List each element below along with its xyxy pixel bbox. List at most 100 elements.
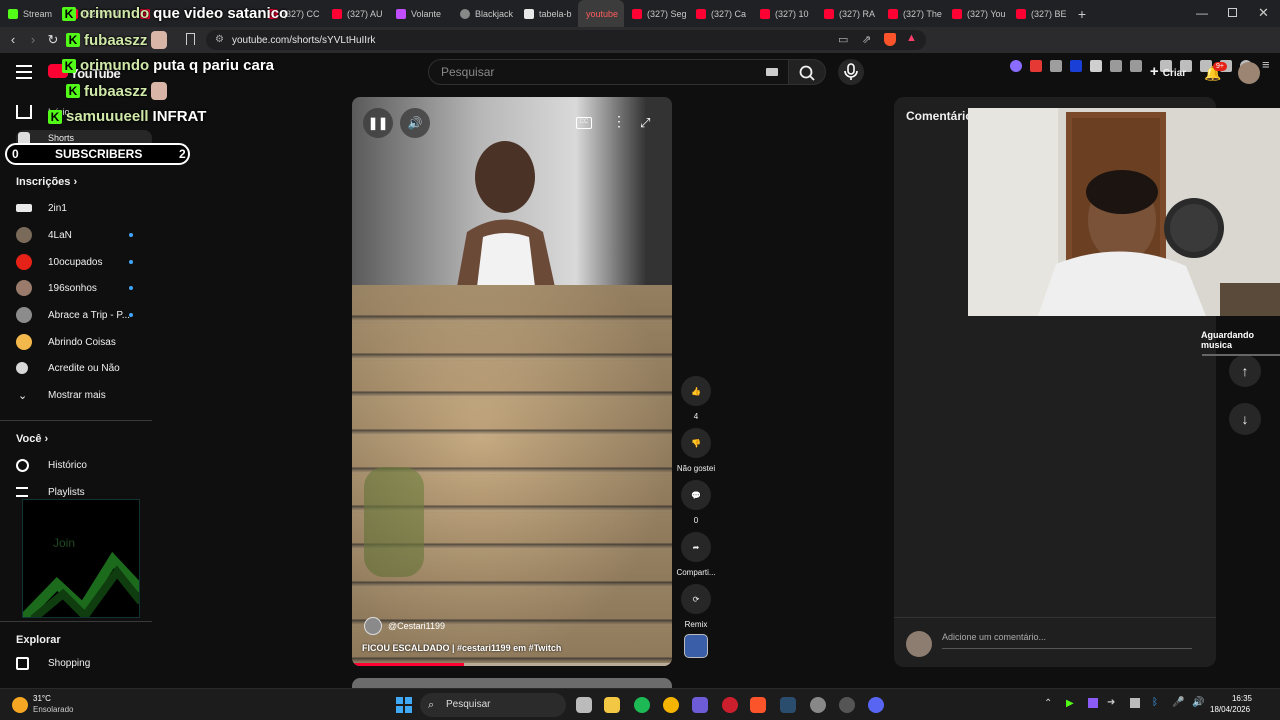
voice-search-button[interactable] [838,59,864,85]
remix-button[interactable]: ⟳ Remix [676,584,716,629]
hamburger-menu-icon[interactable] [16,65,32,79]
brave-shield-icon[interactable] [884,33,896,46]
minimize-button[interactable]: — [1196,6,1208,20]
maximize-button[interactable] [1228,8,1237,17]
site-info-icon[interactable]: ⚙ [215,34,224,45]
tray-app-icon[interactable]: ➜ [1107,697,1115,708]
create-button[interactable]: + Criar [1136,60,1200,84]
tab-4[interactable]: (327) AU [324,0,388,27]
home-icon[interactable] [16,105,32,119]
tab-7[interactable]: tabela-b [516,0,578,27]
mic-icon[interactable]: 🎤 [1172,697,1184,708]
new-tab-button[interactable]: + [1072,6,1092,22]
bluetooth-icon[interactable]: ᛒ [1152,697,1158,708]
volume-icon[interactable]: 🔊 [1192,697,1204,708]
tab-8-active[interactable]: youtube [578,0,624,27]
channel-avatar[interactable] [364,617,382,635]
like-button[interactable]: 👍 4 [676,376,716,421]
app-icon[interactable] [839,697,855,713]
tab-10[interactable]: (327) Ca [688,0,752,27]
clock-date[interactable]: 18/04/2026 [1210,705,1250,714]
pause-button[interactable]: ❚❚ [363,108,393,138]
extension-icon[interactable] [1070,60,1082,72]
next-short-button[interactable]: ↓ [1229,403,1261,435]
address-bar[interactable]: ⚙ youtube.com/shorts/sYVLtHuIIrk ▭ ⇗ ▲ [206,30,926,50]
spotify-icon[interactable] [634,697,650,713]
more-options-icon[interactable]: ⋮ [612,113,626,130]
cast-icon[interactable]: ▭ [838,33,848,46]
audio-track-thumbnail[interactable] [684,634,708,658]
app-icon[interactable] [810,697,826,713]
extension-icon[interactable] [1010,60,1022,72]
next-short-preview[interactable] [352,678,672,688]
brave-rewards-icon[interactable]: ▲ [906,32,917,44]
forward-button[interactable]: › [23,30,43,50]
show-more-button[interactable]: ⌄ Mostrar mais [0,382,150,408]
sidebar-item-subscription[interactable]: 10ocupados [0,249,150,275]
channel-handle[interactable]: @Cestari1199 [388,621,445,631]
opera-icon[interactable] [722,697,738,713]
short-title[interactable]: FICOU ESCALDADO | #cestari1199 em #Twitc… [362,643,561,653]
comments-button[interactable]: 💬 0 [676,480,716,525]
share-page-icon[interactable]: ⇗ [862,33,871,46]
previous-short-button[interactable]: ↑ [1229,355,1261,387]
task-view-icon[interactable] [576,697,592,713]
sidebar-item-shopping[interactable]: Shopping [0,650,150,676]
tray-chevron-up-icon[interactable]: ⌃ [1044,698,1052,709]
weather-sun-icon[interactable] [12,697,28,713]
tab-12[interactable]: (327) RA [816,0,880,27]
fullscreen-icon[interactable]: ⤢ [640,115,650,131]
shorts-video-player[interactable]: ❚❚ 🔊 CC ⋮ ⤢ @Cestari1199 FICOU ESCALDADO… [352,97,672,666]
extension-icon[interactable] [1030,60,1042,72]
video-progress-bar[interactable] [352,663,672,666]
add-comment-input[interactable]: Adicione um comentário... [942,632,1192,649]
tab-5[interactable]: Volante [388,0,452,27]
reload-icon[interactable]: ↻ [43,30,63,50]
tray-app-icon[interactable] [1088,698,1098,708]
sidebar-item-subscription[interactable]: 2in1 [0,195,150,221]
sidebar-item-subscription[interactable]: Abrindo Coisas [0,329,150,355]
tab-15[interactable]: (327) BE [1008,0,1072,27]
subscriptions-heading[interactable]: Inscrições › [16,176,77,188]
brave-icon[interactable] [750,697,766,713]
tab-9[interactable]: (327) Seg [624,0,688,27]
clock-time[interactable]: 16:35 [1228,694,1252,703]
sidebar-item-subscription[interactable]: 196sonhos [0,275,150,301]
close-window-button[interactable]: ✕ [1258,5,1269,21]
volume-button[interactable]: 🔊 [400,108,430,138]
sidebar-item-subscription[interactable]: 4LaN [0,222,150,248]
tab-11[interactable]: (327) 10 [752,0,816,27]
extension-icon[interactable] [1090,60,1102,72]
tab-13[interactable]: (327) The [880,0,944,27]
you-heading[interactable]: Você › [16,433,48,445]
discord-icon[interactable] [868,697,884,713]
steam-icon[interactable] [780,697,796,713]
chrome-icon[interactable] [663,697,679,713]
share-button[interactable]: ➦ Comparti... [676,532,716,577]
weather-desc[interactable]: Ensolarado [33,705,73,714]
file-explorer-icon[interactable] [604,697,620,713]
tray-app-icon[interactable]: ▶ [1066,698,1074,709]
menu-icon[interactable]: ≡ [1262,57,1270,72]
sidebar-item-history[interactable]: Histórico [0,452,150,478]
sidebar-item-subscription[interactable]: Acredite ou Não [0,355,150,381]
weather-temp[interactable]: 31°C [33,694,51,703]
tab-0[interactable]: Stream [0,0,60,27]
search-input[interactable]: Pesquisar [428,59,790,85]
keyboard-icon[interactable] [766,68,778,76]
captions-icon[interactable]: CC [576,117,592,129]
avatar[interactable] [1238,62,1260,84]
puzzle-icon[interactable] [1110,60,1122,72]
back-button[interactable]: ‹ [3,30,23,50]
tray-app-icon[interactable] [1130,698,1140,708]
app-icon[interactable] [692,697,708,713]
extension-icon[interactable] [1050,60,1062,72]
sidebar-item-subscription[interactable]: Abrace a Trip - P... [0,302,150,328]
bookmark-icon[interactable] [186,33,195,45]
tab-6[interactable]: Blackjack [452,0,516,27]
tab-14[interactable]: (327) You [944,0,1008,27]
search-button[interactable] [788,59,826,85]
taskbar-search[interactable]: ⌕ Pesquisar [420,693,566,717]
dislike-button[interactable]: 👎 Não gostei [676,428,716,473]
windows-start-icon[interactable] [396,697,412,713]
